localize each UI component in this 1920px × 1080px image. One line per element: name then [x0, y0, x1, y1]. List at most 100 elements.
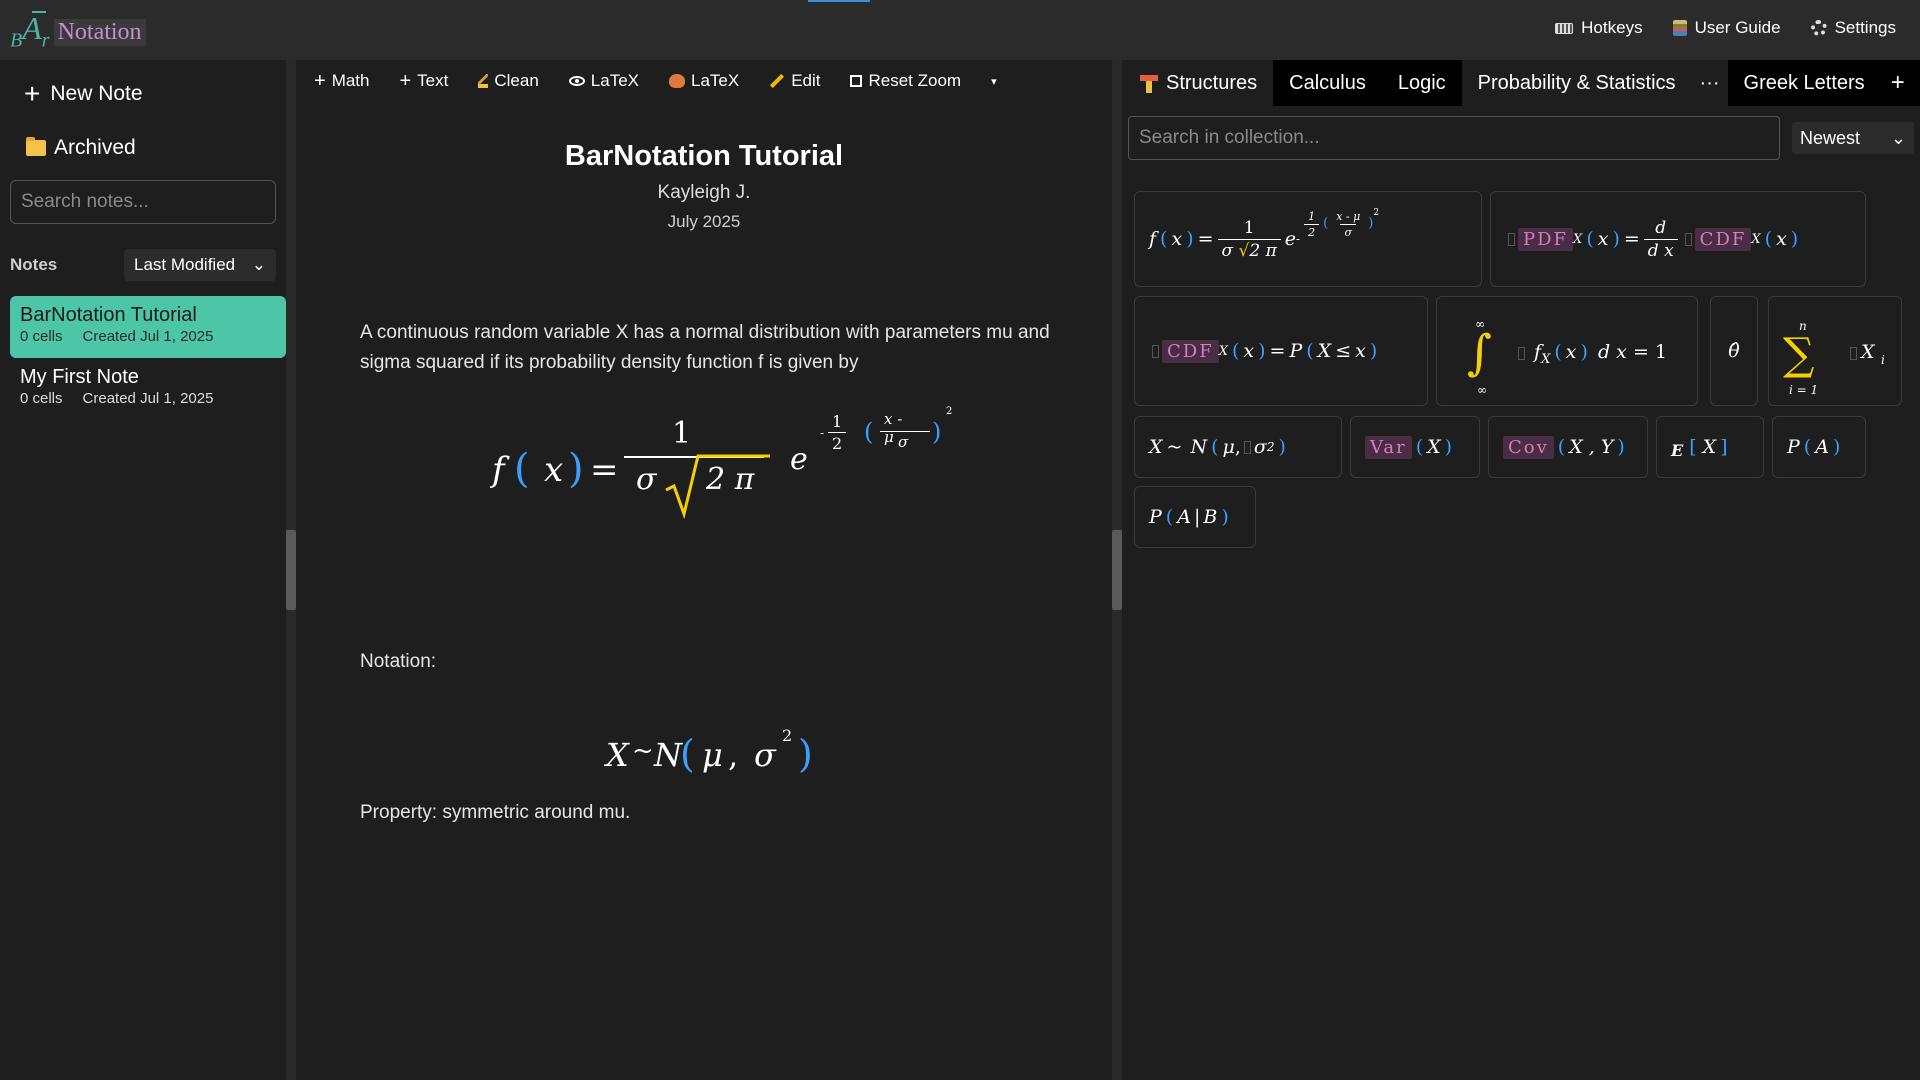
tab-calculus[interactable]: Calculus: [1273, 60, 1382, 106]
card-text: 1: [1243, 217, 1255, 238]
plus-icon: +: [1890, 69, 1905, 96]
text-cell-notation[interactable]: Notation:: [360, 647, 1060, 677]
card-text: X: [1218, 343, 1228, 359]
notes-label: Notes: [10, 255, 58, 274]
card-pill: PDF: [1518, 227, 1574, 251]
document-date[interactable]: July 2025: [296, 212, 1112, 232]
card-text: B: [1203, 506, 1218, 528]
collection-card-integral[interactable]: ∞ ∫ ∞ fX(x) d x = 1: [1436, 296, 1698, 406]
card-text: x: [1776, 228, 1787, 250]
collection-search-input[interactable]: [1128, 116, 1780, 160]
collection-card-theta-hat[interactable]: θ̂: [1710, 296, 1758, 406]
editor-resize-handle[interactable]: [1112, 60, 1122, 1080]
card-text: x: [1565, 341, 1577, 363]
notes-header: Notes Last Modified ⌄: [10, 249, 276, 281]
eq-numerator: 1: [672, 416, 692, 451]
pencil-icon: [770, 73, 785, 89]
collection-card-covariance[interactable]: Cov ( X , Y ): [1488, 416, 1648, 478]
resize-grip[interactable]: [286, 530, 296, 610]
search-notes-input[interactable]: [10, 180, 276, 224]
eq-exp-lparen: (: [864, 418, 874, 446]
text-cell-property[interactable]: Property: symmetric around mu.: [360, 798, 1060, 828]
view-latex-button[interactable]: LaTeX: [568, 71, 639, 91]
card-paren: ): [1368, 216, 1374, 231]
eq-exp-rparen: ): [932, 418, 942, 446]
export-latex-button[interactable]: LaTeX: [668, 71, 739, 91]
top-actions: Hotkeys User Guide Settings: [1555, 18, 1896, 38]
tab-greek-letters[interactable]: Greek Letters: [1728, 60, 1881, 106]
collection-card-distribution[interactable]: X ~ N ( μ , σ 2 ): [1134, 416, 1342, 478]
collection-card-pdf-derivative[interactable]: PDF X ( x ) = dd x CDF X ( x ): [1490, 191, 1866, 287]
collection-card-cdf-definition[interactable]: CDF X ( x ) = P ( X ≤ x ): [1134, 296, 1428, 406]
eq2-power: 2: [782, 726, 793, 745]
tab-label: Greek Letters: [1743, 71, 1865, 94]
collection-card-summation[interactable]: n ∑ i = 1 X i: [1768, 296, 1902, 406]
add-tab-button[interactable]: +: [1881, 60, 1915, 106]
settings-button[interactable]: Settings: [1810, 18, 1896, 38]
new-note-button[interactable]: + New Note: [24, 80, 143, 108]
keyboard-icon: [1555, 22, 1574, 34]
plus-icon: +: [24, 78, 41, 109]
tab-logic[interactable]: Logic: [1382, 60, 1462, 106]
note-item-barnotation-tutorial[interactable]: BarNotation Tutorial 0 cells Created Jul…: [10, 296, 286, 358]
card-text: X: [1751, 231, 1761, 247]
card-paren: (: [1323, 216, 1329, 231]
note-created: Created Jul 1, 2025: [82, 390, 214, 407]
resize-grip[interactable]: [1112, 530, 1122, 610]
collection-card-variance[interactable]: Var ( X ): [1350, 416, 1480, 478]
card-paren: ): [1258, 340, 1266, 362]
card-text: X: [1861, 341, 1875, 363]
reset-zoom-button[interactable]: Reset Zoom: [850, 71, 961, 91]
collection-card-conditional-probability[interactable]: P ( A | B ): [1134, 486, 1256, 548]
card-text: 2: [1304, 224, 1320, 239]
collection-card-probability[interactable]: P ( A ): [1772, 416, 1866, 478]
text-cell-intro[interactable]: A continuous random variable X has a nor…: [360, 318, 1060, 378]
archived-button[interactable]: Archived: [26, 136, 136, 160]
hotkeys-button[interactable]: Hotkeys: [1555, 18, 1643, 38]
collection-card-normal-pdf[interactable]: f ( x ) = 1 σ √2 π e - 12 ( x - μσ ) 2: [1134, 191, 1482, 287]
tab-probability-statistics[interactable]: Probability & Statistics: [1461, 60, 1692, 106]
broom-icon: [478, 74, 489, 88]
eq-equals: =: [590, 450, 619, 490]
notes-sort-select[interactable]: Last Modified ⌄: [124, 249, 276, 281]
document-title[interactable]: BarNotation Tutorial: [296, 140, 1112, 173]
collection-sort-select[interactable]: Newest ⌄: [1792, 122, 1914, 154]
eq-inner-den: σ: [898, 433, 909, 451]
eq2-lparen: (: [680, 732, 695, 776]
tab-label: Logic: [1397, 71, 1446, 94]
placeholder-box: [1518, 346, 1525, 360]
card-bracket: [: [1689, 436, 1697, 458]
chevron-down-icon: ⌄: [251, 255, 266, 274]
eq2-sigma: σ: [754, 736, 776, 774]
card-text: σ: [1340, 224, 1356, 239]
math-cell-notation[interactable]: X ~ N ( μ , σ 2 ): [606, 726, 826, 782]
card-paren: ): [1617, 436, 1625, 458]
card-text: A: [1815, 436, 1829, 458]
add-text-button[interactable]: + Text: [399, 71, 448, 91]
user-guide-button[interactable]: User Guide: [1672, 18, 1781, 38]
card-text: |: [1193, 506, 1201, 528]
eye-icon: [568, 76, 585, 86]
card-text: 2: [1373, 208, 1380, 218]
caret-down-icon: ▾: [991, 75, 997, 88]
card-equals: =: [1269, 340, 1286, 362]
placeholder-box: [1243, 440, 1251, 454]
eq-lparen: (: [514, 446, 530, 492]
tab-structures[interactable]: Structures: [1122, 60, 1274, 106]
tab-more[interactable]: ···: [1691, 60, 1728, 106]
clean-button[interactable]: Clean: [478, 71, 539, 91]
collection-card-expectation[interactable]: E [ X ]: [1656, 416, 1764, 478]
sidebar-resize-handle[interactable]: [286, 60, 296, 1080]
add-math-button[interactable]: + Math: [314, 71, 369, 91]
card-pill: Cov: [1503, 435, 1554, 459]
app-logo[interactable]: BAr Notation: [10, 10, 146, 50]
math-cell-normal-pdf[interactable]: f ( x ) = 1 σ 2 π e - 1 2 ( x - μ σ ) 2: [492, 406, 952, 552]
card-paren: (: [1306, 340, 1314, 362]
note-item-my-first-note[interactable]: My First Note 0 cells Created Jul 1, 202…: [10, 358, 286, 420]
notes-sort-value: Last Modified: [134, 255, 236, 274]
collection-tabs: Structures Calculus Logic Probability & …: [1122, 60, 1920, 106]
document-author[interactable]: Kayleigh J.: [296, 182, 1112, 204]
edit-button[interactable]: Edit: [769, 71, 820, 91]
toolbar-more-button[interactable]: ▾: [991, 75, 997, 88]
view-latex-label: LaTeX: [590, 71, 639, 90]
